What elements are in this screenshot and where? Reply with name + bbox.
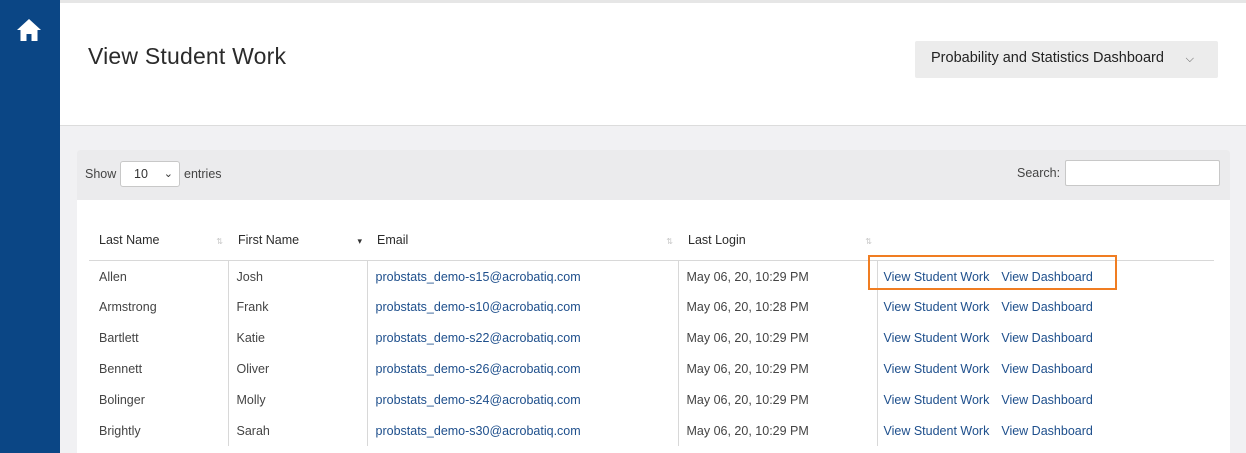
view-student-work-link[interactable]: View Student Work: [884, 362, 990, 376]
view-dashboard-link[interactable]: View Dashboard: [1001, 300, 1093, 314]
show-label: Show: [85, 167, 117, 181]
cell-actions: View Student Work View Dashboard: [876, 384, 1214, 415]
cell-last-name: Brightly: [99, 423, 141, 438]
email-link[interactable]: probstats_demo-s22@acrobatiq.com: [376, 331, 581, 345]
view-dashboard-link[interactable]: View Dashboard: [1001, 393, 1093, 407]
email-link[interactable]: probstats_demo-s30@acrobatiq.com: [376, 424, 581, 438]
dashboard-select-value: Probability and Statistics Dashboard: [931, 50, 1164, 66]
cell-last-login: May 06, 20, 10:29 PM: [677, 322, 877, 353]
column-header-first-name[interactable]: First Name ▾: [228, 220, 367, 261]
cell-email: probstats_demo-s26@acrobatiq.com: [366, 353, 678, 384]
students-panel: Show 10 ⌄ entries Search: Last Name ⇅ Fir…: [77, 150, 1230, 453]
column-header-last-name[interactable]: Last Name ⇅: [89, 220, 228, 261]
cell-first-name: Frank: [227, 291, 367, 322]
email-link[interactable]: probstats_demo-s10@acrobatiq.com: [376, 300, 581, 314]
view-student-work-link[interactable]: View Student Work: [884, 393, 990, 407]
view-dashboard-link[interactable]: View Dashboard: [1001, 270, 1093, 284]
email-link[interactable]: probstats_demo-s15@acrobatiq.com: [376, 270, 581, 284]
cell-last-name: Allen: [99, 269, 127, 284]
sort-icon: ⇅: [666, 237, 673, 246]
cell-email: probstats_demo-s30@acrobatiq.com: [366, 415, 678, 446]
students-table: Last Name ⇅ First Name ▾ Email ⇅ Last Login…: [89, 220, 1214, 446]
table-row: Bolinger Molly probstats_demo-s24@acroba…: [89, 384, 1214, 415]
sort-icon: ⇅: [216, 237, 223, 246]
cell-email: probstats_demo-s10@acrobatiq.com: [366, 291, 678, 322]
cell-email: probstats_demo-s24@acrobatiq.com: [366, 384, 678, 415]
cell-last-name: Bolinger: [99, 392, 145, 407]
table-header-row: Last Name ⇅ First Name ▾ Email ⇅ Last Login…: [89, 220, 1214, 261]
cell-last-name: Bartlett: [99, 330, 139, 345]
cell-first-name: Katie: [227, 322, 367, 353]
table-row: Bartlett Katie probstats_demo-s22@acroba…: [89, 322, 1214, 353]
cell-email: probstats_demo-s15@acrobatiq.com: [366, 260, 678, 291]
column-header-actions: [877, 220, 1214, 261]
page-header: View Student Work Probability and Statis…: [60, 0, 1246, 126]
table-controls: Show 10 ⌄ entries Search:: [77, 150, 1230, 200]
sidebar: [0, 0, 60, 453]
view-student-work-link[interactable]: View Student Work: [884, 331, 990, 345]
sort-desc-icon: ▾: [357, 236, 361, 246]
cell-last-login: May 06, 20, 10:28 PM: [677, 291, 877, 322]
cell-actions: View Student Work View Dashboard: [876, 291, 1214, 322]
sort-icon: ⇅: [865, 237, 872, 246]
email-link[interactable]: probstats_demo-s24@acrobatiq.com: [376, 393, 581, 407]
view-dashboard-link[interactable]: View Dashboard: [1001, 331, 1093, 345]
search-input[interactable]: [1065, 160, 1220, 186]
cell-last-login: May 06, 20, 10:29 PM: [677, 260, 877, 291]
cell-first-name: Josh: [227, 260, 367, 291]
cell-last-login: May 06, 20, 10:29 PM: [677, 415, 877, 446]
column-header-email[interactable]: Email ⇅: [367, 220, 678, 261]
cell-first-name: Sarah: [227, 415, 367, 446]
view-student-work-link[interactable]: View Student Work: [884, 270, 990, 284]
cell-actions: View Student Work View Dashboard: [876, 353, 1214, 384]
table-row: Bennett Oliver probstats_demo-s26@acroba…: [89, 353, 1214, 384]
cell-actions: View Student Work View Dashboard: [876, 322, 1214, 353]
entries-label: entries: [184, 167, 222, 181]
search-label: Search:: [1017, 166, 1061, 180]
view-dashboard-link[interactable]: View Dashboard: [1001, 424, 1093, 438]
table-row: Allen Josh probstats_demo-s15@acrobatiq.…: [89, 260, 1214, 291]
email-link[interactable]: probstats_demo-s26@acrobatiq.com: [376, 362, 581, 376]
page-title: View Student Work: [88, 43, 287, 69]
cell-actions: View Student Work View Dashboard: [876, 415, 1214, 446]
column-header-last-login[interactable]: Last Login ⇅: [678, 220, 877, 261]
view-student-work-link[interactable]: View Student Work: [884, 300, 990, 314]
cell-last-login: May 06, 20, 10:29 PM: [677, 384, 877, 415]
view-dashboard-link[interactable]: View Dashboard: [1001, 362, 1093, 376]
view-student-work-link[interactable]: View Student Work: [884, 424, 990, 438]
cell-email: probstats_demo-s22@acrobatiq.com: [366, 322, 678, 353]
cell-last-name: Bennett: [99, 361, 143, 376]
chevron-down-icon: ⌵: [1185, 53, 1194, 65]
home-icon[interactable]: [16, 18, 42, 42]
cell-first-name: Molly: [227, 384, 367, 415]
entries-select[interactable]: 10 ⌄: [120, 161, 180, 187]
cell-last-name: Armstrong: [99, 299, 157, 314]
entries-select-value: 10: [134, 167, 148, 181]
dashboard-select[interactable]: Probability and Statistics Dashboard ⌵: [915, 41, 1218, 78]
cell-last-login: May 06, 20, 10:29 PM: [677, 353, 877, 384]
cell-first-name: Oliver: [227, 353, 367, 384]
chevron-down-icon: ⌄: [163, 168, 173, 180]
cell-actions: View Student Work View Dashboard: [876, 260, 1214, 291]
table-row: Brightly Sarah probstats_demo-s30@acroba…: [89, 415, 1214, 446]
table-row: Armstrong Frank probstats_demo-s10@acrob…: [89, 291, 1214, 322]
